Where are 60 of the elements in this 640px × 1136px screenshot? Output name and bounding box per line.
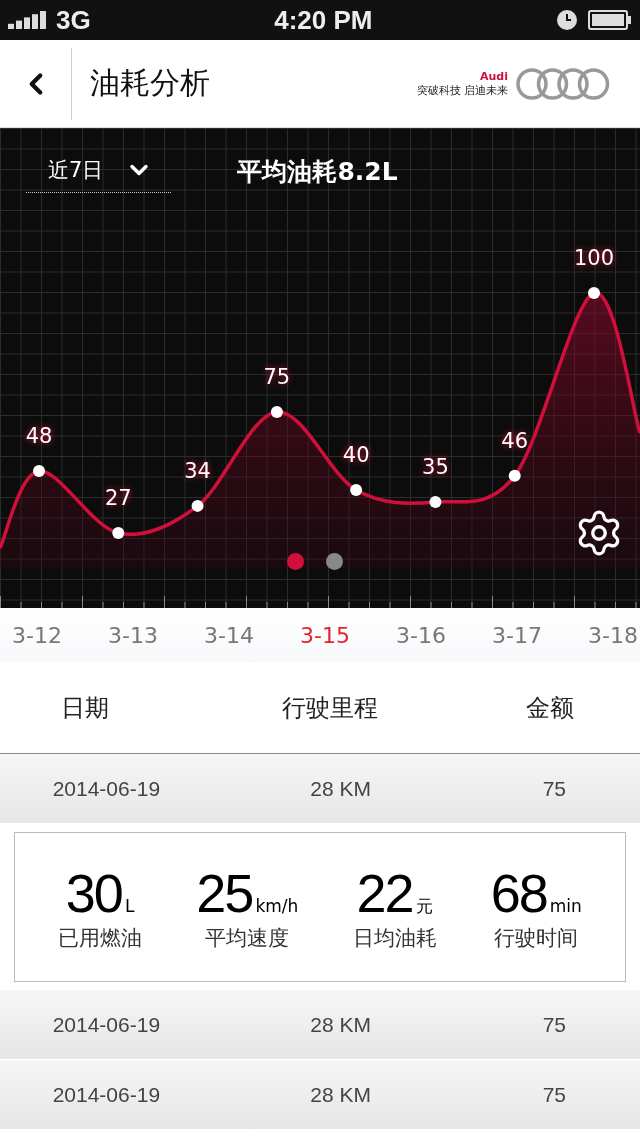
table-row[interactable]: 2014-06-19 28 KM 75 [0, 1060, 640, 1130]
date-tab[interactable]: 3-13 [106, 608, 160, 662]
brand-slogan: 突破科技 启迪未来 [416, 82, 508, 98]
data-label: 100 [573, 246, 615, 270]
data-point [112, 527, 125, 539]
page-title: 油耗分析 [90, 64, 211, 102]
data-point [33, 465, 45, 477]
data-point [429, 496, 442, 508]
table-cell-text: 75 [541, 1012, 568, 1037]
column-header: 日期 [60, 692, 110, 724]
data-point [270, 406, 283, 418]
stat-value: 68 [490, 862, 547, 924]
stat-unit: 元 [415, 895, 433, 918]
stat-unit: min [549, 896, 582, 916]
date-tab[interactable]: 3-18 [586, 608, 640, 662]
status-time: 4:20 PM [274, 4, 373, 36]
data-label: 75 [263, 365, 291, 389]
stat-unit: km/h [255, 896, 299, 916]
stat-label: 日均油耗 [352, 925, 437, 952]
data-point [508, 469, 521, 482]
clock-icon [556, 9, 578, 31]
data-point [191, 499, 204, 512]
stat-unit: L [124, 896, 135, 916]
date-tab[interactable]: 3-15 [298, 608, 352, 662]
date-tab[interactable]: 3-14 [202, 608, 256, 662]
stat-label: 平均速度 [205, 925, 290, 952]
table-cell-text: 75 [541, 776, 568, 801]
brand-name: Audi [480, 69, 508, 83]
battery-icon [588, 9, 632, 31]
data-point [588, 287, 600, 299]
data-label: 27 [104, 486, 132, 510]
data-label: 34 [184, 458, 211, 483]
date-tab[interactable]: 3-17 [490, 608, 544, 662]
column-header: 行驶里程 [281, 692, 379, 724]
network-type: 3G [56, 4, 91, 36]
table-row[interactable]: 2014-06-19 28 KM 75 [0, 990, 640, 1060]
table-cell-text: 28 KM [309, 1082, 373, 1107]
table-cell-text: 2014-06-19 [51, 1082, 162, 1107]
signal-icon [8, 11, 46, 29]
stat-value: 30 [65, 862, 122, 924]
stat-label: 行驶时间 [494, 925, 579, 952]
column-header: 金额 [525, 692, 575, 724]
stat-label: 已用燃油 [58, 925, 143, 952]
average-consumption: 平均油耗8.2L [237, 156, 398, 188]
data-label: 48 [25, 424, 53, 448]
date-tab[interactable]: 3-16 [394, 608, 448, 662]
table-cell-text: 28 KM [309, 776, 373, 801]
stat-value: 22 [356, 862, 413, 924]
data-label: 35 [422, 455, 449, 479]
table-cell-text: 28 KM [309, 1012, 373, 1037]
period-dropdown[interactable]: 近7日 [26, 150, 172, 193]
table-cell-text: 75 [541, 1082, 568, 1107]
data-label: 40 [342, 443, 370, 468]
stat-value: 25 [196, 862, 253, 924]
data-label: 46 [501, 428, 529, 453]
date-tab[interactable]: 3-12 [10, 608, 64, 662]
table-cell-text: 2014-06-19 [51, 776, 162, 801]
table-cell-text: 2014-06-19 [51, 1012, 162, 1037]
data-point [350, 484, 363, 497]
table-row[interactable]: 2014-06-19 28 KM 75 [0, 754, 640, 824]
